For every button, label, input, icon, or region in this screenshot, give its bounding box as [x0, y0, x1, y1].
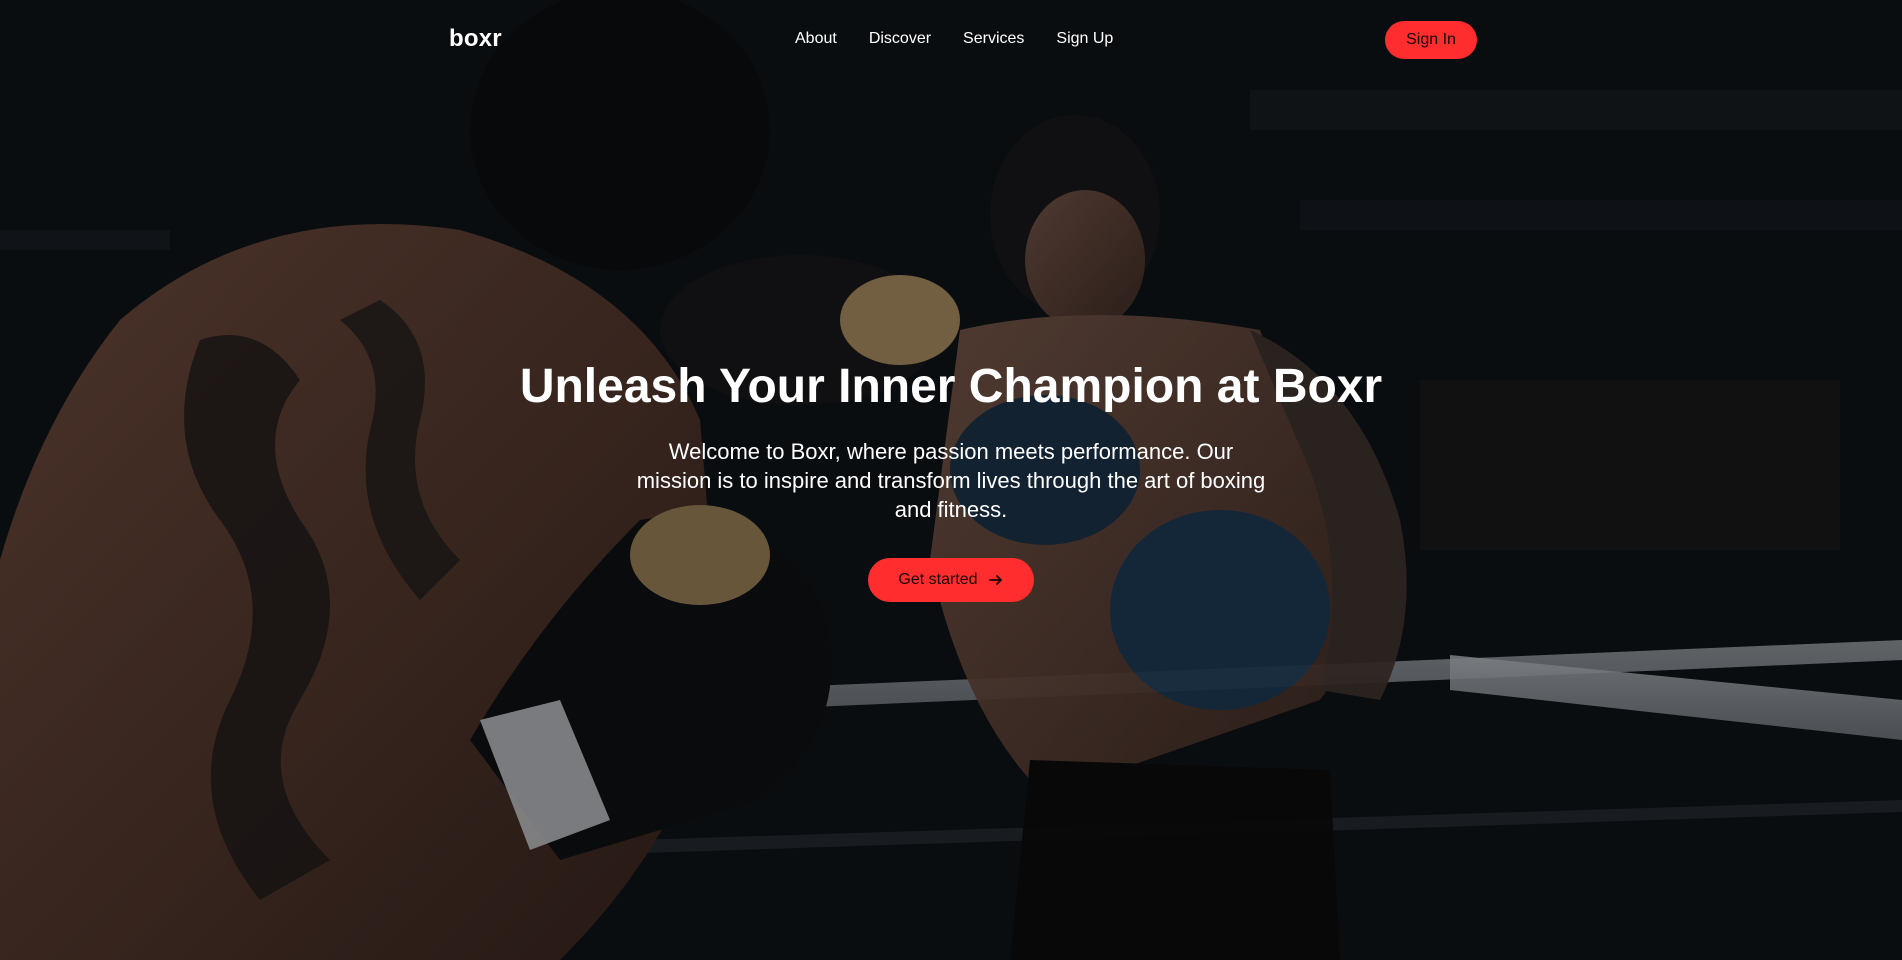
arrow-right-icon [988, 575, 1002, 585]
get-started-label: Get started [898, 571, 978, 588]
nav-link-discover[interactable]: Discover [869, 30, 931, 48]
top-navigation: boxr About Discover Services Sign Up Sig… [0, 0, 1902, 80]
hero-content: Unleash Your Inner Champion at Boxr Welc… [0, 355, 1902, 602]
sign-in-button[interactable]: Sign In [1385, 21, 1477, 59]
get-started-button[interactable]: Get started [868, 558, 1034, 602]
hero-section: boxr About Discover Services Sign Up Sig… [0, 0, 1902, 960]
nav-link-services[interactable]: Services [963, 30, 1024, 48]
nav-links: About Discover Services Sign Up [795, 30, 1113, 48]
hero-subtext: Welcome to Boxr, where passion meets per… [636, 439, 1266, 522]
nav-link-sign-up[interactable]: Sign Up [1056, 30, 1113, 48]
nav-link-about[interactable]: About [795, 30, 837, 48]
hero-headline: Unleash Your Inner Champion at Boxr [519, 360, 1383, 413]
brand-logo[interactable]: boxr [449, 25, 502, 53]
